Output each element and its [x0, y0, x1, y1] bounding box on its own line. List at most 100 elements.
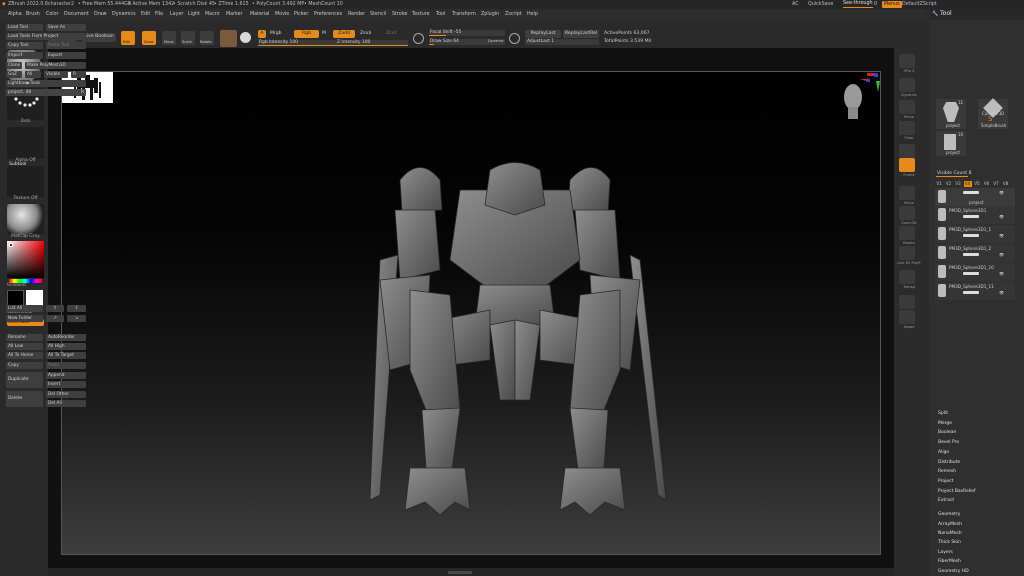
section-fibermesh[interactable]: FiberMesh	[938, 559, 961, 564]
m-button[interactable]: M	[322, 31, 326, 36]
menu-help[interactable]: Help	[527, 9, 538, 20]
menu-layer[interactable]: Layer	[170, 9, 183, 20]
menu-preferences[interactable]: Preferences	[314, 9, 342, 20]
arrow-down-icon[interactable]: ↘	[67, 315, 86, 322]
subtool-row[interactable]: PM3D_Sphere3D1_2 👁	[935, 244, 1015, 262]
menu-macro[interactable]: Macro	[205, 9, 220, 20]
subtool-header[interactable]: Subtool	[9, 162, 26, 167]
view-spix-3-button[interactable]	[899, 54, 915, 68]
auto-reorder-button[interactable]: AutoReorder	[46, 334, 86, 341]
visibility-set-v3-button[interactable]: V3	[954, 181, 962, 187]
orientation-gizmo[interactable]	[840, 77, 880, 121]
view-transp-button[interactable]	[899, 270, 915, 284]
insert-button[interactable]: Insert	[46, 381, 86, 388]
menu-texture[interactable]: Texture	[412, 9, 430, 20]
see-through-slider[interactable]: See-through	[843, 0, 873, 8]
subtool-row[interactable]: PM3D_Sphere3D1_1 👁	[935, 225, 1015, 243]
visibility-set-v6-button[interactable]: V6	[983, 181, 991, 187]
zcut-button[interactable]: Zcut	[386, 31, 396, 36]
section-geometry-hd[interactable]: Geometry HD	[938, 569, 969, 574]
menu-tool[interactable]: Tool	[436, 9, 445, 20]
default-zscript-button[interactable]: DefaultZScript	[902, 0, 937, 9]
replay-last-rel-button[interactable]: ReplayLastRel	[563, 30, 599, 38]
all-to-home-button[interactable]: All To Home	[6, 352, 43, 359]
zsub-button[interactable]: Zsub	[360, 31, 371, 36]
section-layers[interactable]: Layers	[938, 550, 953, 555]
menu-light[interactable]: Light	[188, 9, 200, 20]
copy-button[interactable]: Copy	[6, 362, 43, 369]
color-mode-icon[interactable]	[240, 32, 251, 43]
replay-last-button[interactable]: ReplayLast	[525, 30, 561, 38]
subpalette-extract[interactable]: Extract	[938, 498, 954, 503]
material-swatch-icon[interactable]	[220, 30, 237, 47]
visibility-set-v5-button[interactable]: V5	[973, 181, 981, 187]
tool-thumb-project2[interactable]: project 10	[936, 131, 966, 156]
list-all-button[interactable]: List All	[6, 305, 43, 312]
subtool-row[interactable]: PM3D_Sphere3D1_10 👁	[935, 263, 1015, 281]
menu-marker[interactable]: Marker	[226, 9, 243, 20]
view-solo-button[interactable]	[899, 295, 915, 309]
move-down-arrow-icon[interactable]: ⇩	[67, 305, 86, 312]
menu-stencil[interactable]: Stencil	[370, 9, 386, 20]
visibility-set-v1-button[interactable]: V1	[935, 181, 943, 187]
subtool-row[interactable]: PM3D_Sphere3D1 👁	[935, 206, 1015, 224]
del-other-button[interactable]: Del Other	[46, 391, 86, 398]
view-zoom3d-button[interactable]	[899, 206, 915, 220]
section-nanomesh[interactable]: NanoMesh	[938, 531, 962, 536]
goz-all-button[interactable]: All	[25, 71, 41, 78]
goz-visible-button[interactable]: Visible	[44, 71, 68, 78]
subpalette-distribute[interactable]: Distribute	[938, 460, 960, 465]
menu-zscript[interactable]: Zscript	[505, 9, 522, 20]
menu-document[interactable]: Document	[64, 9, 89, 20]
export-button[interactable]: Export	[46, 52, 86, 59]
rgb-button[interactable]: Rgb	[294, 30, 319, 38]
subtool-row[interactable]: project 👁	[935, 188, 1015, 206]
tool-thumb-cylinder3d[interactable]: Cylinder3D S SimpleBrush	[978, 98, 1008, 129]
view-floor-button[interactable]	[899, 121, 915, 135]
subpalette-project-basrelief[interactable]: Project BasRelief	[938, 489, 976, 494]
menu-brush[interactable]: Brush	[26, 9, 40, 20]
arrow-up-icon[interactable]: ↗	[46, 315, 64, 322]
all-to-target-button[interactable]: All To Target	[46, 352, 86, 359]
menu-zplugin[interactable]: Zplugin	[481, 9, 499, 20]
a-button[interactable]: A	[258, 30, 266, 38]
quicksave-button[interactable]: QuickSave	[808, 0, 833, 9]
lazy-mouse-icon[interactable]	[509, 33, 520, 44]
mrgb-button[interactable]: Mrgb	[270, 31, 282, 36]
clone-button[interactable]: Clone	[6, 62, 22, 69]
section-thick-skin[interactable]: Thick Skin	[938, 540, 961, 545]
project-slider[interactable]: project. 48 R	[6, 89, 86, 96]
delete-button[interactable]: Delete	[6, 391, 43, 407]
subtool-controls[interactable]: 👁	[959, 290, 1015, 295]
dynamic-button[interactable]: Dynamic	[488, 39, 504, 43]
paste-button[interactable]: Paste	[46, 362, 86, 369]
subtool-row[interactable]: PM3D_Sphere3D1_11 👁	[935, 282, 1015, 300]
visibility-set-v2-button[interactable]: V2	[945, 181, 953, 187]
material-thumbnail[interactable]	[7, 204, 44, 235]
subpalette-remesh[interactable]: Remesh	[938, 469, 956, 474]
menu-dynamics[interactable]: Dynamics	[112, 9, 136, 20]
subtool-controls[interactable]: 👁	[959, 271, 1015, 276]
view-persp-button[interactable]	[899, 100, 915, 114]
brush-settings-icon[interactable]	[413, 33, 424, 44]
new-folder-button[interactable]: New Folder	[6, 315, 43, 322]
section-arraymesh[interactable]: ArrayMesh	[938, 522, 962, 527]
save-as-button[interactable]: Save As	[46, 24, 86, 31]
rename-button[interactable]: Rename	[6, 334, 43, 341]
view-line-fill-polyf-button[interactable]	[899, 246, 915, 260]
all-high-button[interactable]: All High	[46, 343, 86, 350]
subtool-controls[interactable]: 👁	[959, 233, 1015, 238]
texture-thumbnail[interactable]	[7, 166, 44, 197]
duplicate-button[interactable]: Duplicate	[6, 372, 43, 388]
bottom-tray-handle[interactable]	[448, 571, 472, 574]
menu-edit[interactable]: Edit	[141, 9, 150, 20]
menu-alpha[interactable]: Alpha	[8, 9, 22, 20]
subpalette-bevel-pro[interactable]: Bevel Pro	[938, 440, 959, 445]
load-tools-from-project-button[interactable]: Load Tools From Project	[6, 33, 86, 40]
subtool-controls[interactable]: 👁	[959, 190, 1015, 195]
menu-file[interactable]: File	[155, 9, 163, 20]
menu-color[interactable]: Color	[46, 9, 59, 20]
move-up-arrow-icon[interactable]: ⇧	[46, 305, 64, 312]
view-move-button[interactable]	[899, 186, 915, 200]
goz-button[interactable]: GoZ	[6, 71, 22, 78]
